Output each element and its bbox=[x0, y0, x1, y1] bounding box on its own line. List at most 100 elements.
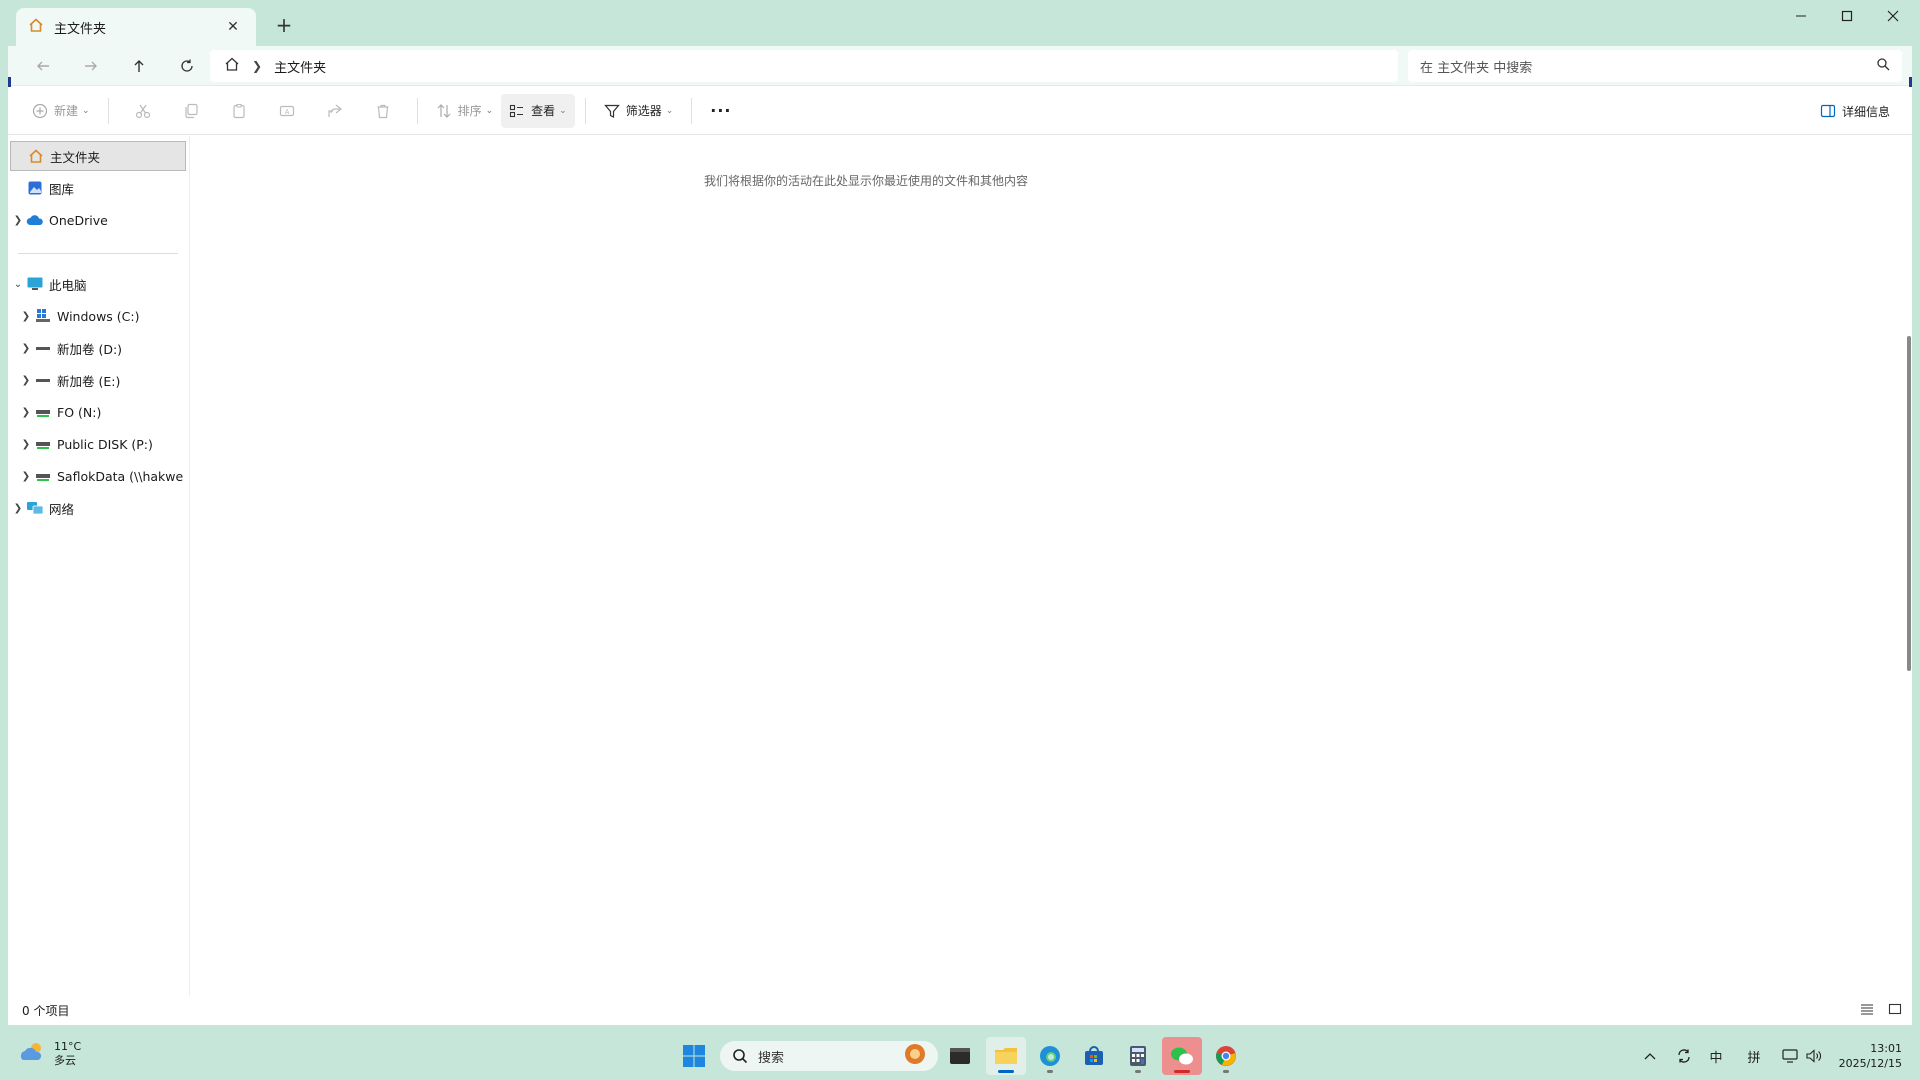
sort-button[interactable]: 排序 ⌄ bbox=[428, 94, 502, 128]
paste-button[interactable] bbox=[215, 94, 263, 128]
sidebar-item-gallery[interactable]: 图库 bbox=[10, 173, 186, 203]
ime-mode-indicator[interactable]: 拼 bbox=[1740, 1044, 1768, 1068]
delete-button[interactable] bbox=[359, 94, 407, 128]
sync-icon[interactable] bbox=[1670, 1044, 1698, 1068]
home-icon[interactable] bbox=[224, 56, 240, 76]
taskbar-app-chrome[interactable] bbox=[1206, 1037, 1246, 1075]
taskbar-app-wechat[interactable] bbox=[1162, 1037, 1202, 1075]
new-tab-button[interactable]: + bbox=[270, 12, 298, 40]
vertical-scrollbar[interactable] bbox=[1907, 336, 1911, 671]
network-drive-icon bbox=[34, 467, 52, 485]
status-bar: 0 个项目 bbox=[8, 996, 1912, 1024]
filter-icon bbox=[603, 104, 620, 118]
toolbar-divider bbox=[416, 97, 418, 124]
chevron-right-icon[interactable]: ❯ bbox=[18, 375, 34, 386]
chevron-right-icon[interactable]: ❯ bbox=[18, 311, 34, 322]
chevron-down-icon[interactable]: ⌄ bbox=[10, 279, 26, 290]
sidebar-item-drive-c[interactable]: ❯ Windows (C:) bbox=[18, 301, 188, 331]
sidebar-item-saflokdata[interactable]: ❯ SaflokData (\\hakwe bbox=[18, 461, 190, 491]
up-button[interactable] bbox=[122, 52, 156, 80]
chevron-right-icon[interactable]: ❯ bbox=[252, 59, 262, 73]
folder-icon bbox=[995, 1048, 1017, 1064]
sidebar-item-drive-p[interactable]: ❯ Public DISK (P:) bbox=[18, 429, 188, 459]
chevron-right-icon[interactable]: ❯ bbox=[18, 407, 34, 418]
sidebar-item-drive-e[interactable]: ❯ 新加卷 (E:) bbox=[18, 365, 188, 395]
trash-icon bbox=[377, 104, 389, 118]
filter-button[interactable]: 筛选器 ⌄ bbox=[596, 94, 682, 128]
sidebar-item-this-pc[interactable]: ⌄ 此电脑 bbox=[10, 269, 186, 299]
chevron-right-icon[interactable]: ❯ bbox=[18, 471, 34, 482]
new-button[interactable]: 新建 ⌄ bbox=[24, 94, 98, 128]
close-window-button[interactable] bbox=[1870, 0, 1916, 32]
sidebar-item-onedrive[interactable]: ❯ OneDrive bbox=[10, 205, 186, 235]
item-count: 0 个项目 bbox=[22, 1003, 70, 1018]
chrome-icon bbox=[1216, 1046, 1236, 1066]
taskbar-app-terminal[interactable] bbox=[940, 1037, 980, 1075]
minimize-button[interactable] bbox=[1778, 0, 1824, 32]
tray-overflow-icon[interactable] bbox=[1636, 1044, 1664, 1068]
sidebar-item-network[interactable]: ❯ 网络 bbox=[10, 493, 186, 523]
share-button[interactable] bbox=[311, 94, 359, 128]
back-button[interactable] bbox=[26, 52, 60, 80]
rename-button[interactable]: A bbox=[263, 94, 311, 128]
network-drive-icon bbox=[34, 435, 52, 453]
search-input[interactable]: 在 主文件夹 中搜索 bbox=[1408, 50, 1902, 82]
start-button[interactable] bbox=[674, 1037, 714, 1075]
taskbar-app-edge[interactable] bbox=[1030, 1037, 1070, 1075]
chevron-right-icon[interactable]: ❯ bbox=[10, 503, 26, 514]
chevron-right-icon[interactable]: ❯ bbox=[10, 215, 26, 226]
taskbar-app-store[interactable] bbox=[1074, 1037, 1114, 1075]
file-explorer-window: 主文件夹 ✕ + ❯ 主文件夹 在 主文件夹 中搜索 新建 ⌄ A 排序 ⌄ 查… bbox=[8, 0, 1912, 1025]
arrow-up-icon bbox=[134, 60, 144, 72]
breadcrumb-home[interactable]: 主文件夹 bbox=[274, 57, 326, 76]
sidebar-item-label: SaflokData (\\hakwe bbox=[57, 468, 184, 484]
sidebar-item-label: 此电脑 bbox=[49, 277, 87, 293]
navigation-pane: 主文件夹 图库 ❯ OneDrive ⌄ 此电脑 ❯ Windows (C:) … bbox=[8, 136, 190, 996]
close-tab-icon[interactable]: ✕ bbox=[222, 19, 244, 35]
sidebar-item-home[interactable]: 主文件夹 bbox=[10, 141, 186, 171]
sidebar-item-drive-n[interactable]: ❯ FO (N:) bbox=[18, 397, 188, 427]
taskbar-search[interactable]: 搜索 bbox=[720, 1041, 938, 1071]
system-clock[interactable]: 13:01 2025/12/15 bbox=[1839, 1041, 1902, 1071]
copy-button[interactable] bbox=[167, 94, 215, 128]
arrow-left-icon bbox=[37, 61, 49, 71]
more-options-button[interactable]: ··· bbox=[702, 94, 739, 128]
sidebar-item-label: 网络 bbox=[49, 501, 75, 517]
taskbar-app-file-explorer[interactable] bbox=[986, 1037, 1026, 1075]
ime-language-indicator[interactable]: 中 bbox=[1702, 1044, 1730, 1068]
taskbar-app-calculator[interactable] bbox=[1118, 1037, 1158, 1075]
calculator-icon bbox=[1130, 1046, 1146, 1066]
cloud-sun-icon bbox=[18, 1040, 46, 1068]
view-button[interactable]: 查看 ⌄ bbox=[501, 93, 575, 128]
filter-label: 筛选器 bbox=[625, 104, 662, 118]
tab-home[interactable]: 主文件夹 ✕ bbox=[16, 8, 256, 46]
forward-button[interactable] bbox=[74, 52, 108, 80]
maximize-button[interactable] bbox=[1824, 0, 1870, 32]
tiles-view-icon[interactable] bbox=[1888, 1002, 1902, 1019]
tab-title: 主文件夹 bbox=[54, 21, 107, 37]
refresh-button[interactable] bbox=[170, 52, 204, 80]
store-icon bbox=[1085, 1046, 1103, 1065]
taskbar: 11°C 多云 搜索 中 拼 13:01 2025/12/15 bbox=[0, 1032, 1920, 1080]
cut-button[interactable] bbox=[119, 94, 167, 128]
sidebar-item-drive-d[interactable]: ❯ 新加卷 (D:) bbox=[18, 333, 188, 363]
terminal-icon bbox=[950, 1048, 970, 1064]
title-bar: 主文件夹 ✕ + bbox=[8, 0, 1912, 46]
address-bar[interactable]: ❯ 主文件夹 bbox=[210, 50, 1398, 82]
chevron-down-icon: ⌄ bbox=[485, 105, 494, 116]
scissors-icon bbox=[135, 104, 150, 118]
drive-icon bbox=[34, 339, 52, 357]
details-pane-button[interactable]: 详细信息 bbox=[1820, 94, 1890, 128]
file-list-area[interactable]: 我们将根据你的活动在此处显示你最近使用的文件和其他内容 bbox=[191, 136, 1911, 996]
chevron-right-icon[interactable]: ❯ bbox=[18, 439, 34, 450]
volume-icon[interactable] bbox=[1800, 1044, 1828, 1068]
search-icon[interactable] bbox=[1876, 57, 1890, 75]
details-view-icon[interactable] bbox=[1860, 1002, 1874, 1019]
weather-widget[interactable]: 11°C 多云 bbox=[18, 1040, 81, 1068]
chevron-right-icon[interactable]: ❯ bbox=[18, 343, 34, 354]
sidebar-item-label: Public DISK (P:) bbox=[57, 436, 153, 452]
sort-label: 排序 bbox=[457, 104, 482, 118]
empty-state-message: 我们将根据你的活动在此处显示你最近使用的文件和其他内容 bbox=[703, 174, 1028, 188]
edge-icon bbox=[1040, 1046, 1060, 1066]
windows-logo-icon bbox=[683, 1045, 705, 1067]
